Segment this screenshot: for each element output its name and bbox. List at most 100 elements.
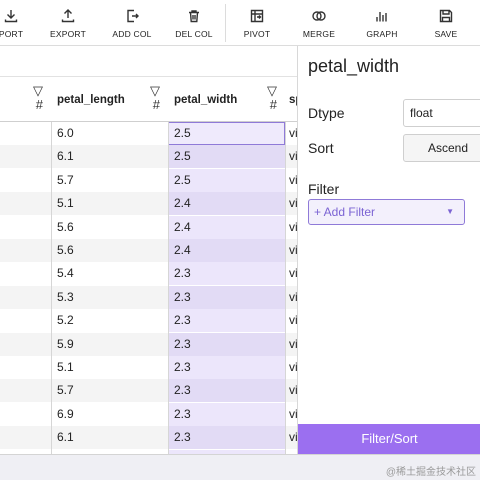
- table-row[interactable]: 5.1 2.3 vi: [0, 356, 297, 379]
- table-cell-species[interactable]: vi: [285, 356, 297, 379]
- import-button[interactable]: PORT: [0, 0, 26, 46]
- save-icon: [439, 9, 453, 23]
- table-row[interactable]: 5.9 2.3 vi: [0, 332, 297, 356]
- save-button[interactable]: SAVE: [425, 0, 467, 46]
- sort-button[interactable]: Ascend: [403, 134, 480, 162]
- table-cell-petal-length[interactable]: 6.1: [51, 426, 168, 449]
- table-cell-petal-length[interactable]: 5.7: [51, 379, 168, 402]
- table-cell-leading[interactable]: [0, 333, 51, 356]
- graph-button[interactable]: GRAPH: [361, 0, 403, 46]
- del-col-button[interactable]: DEL COL: [172, 0, 216, 46]
- table-cell-leading[interactable]: [0, 216, 51, 239]
- table-cell-species[interactable]: vi: [285, 333, 297, 356]
- filter-sort-button[interactable]: Filter/Sort: [298, 424, 480, 454]
- column-divider: [168, 122, 169, 454]
- table-cell-petal-width[interactable]: 2.3: [168, 285, 285, 309]
- table-cell-species[interactable]: vi: [285, 145, 297, 168]
- sort-label: Sort: [308, 140, 334, 156]
- table-cell-petal-width[interactable]: 2.3: [168, 402, 285, 426]
- column-header-species[interactable]: sp: [285, 77, 297, 123]
- column-divider: [51, 122, 52, 454]
- table-cell-petal-length[interactable]: 6.0: [51, 122, 168, 145]
- table-cell-petal-length[interactable]: 6.9: [51, 403, 168, 426]
- table-row[interactable]: 5.2 2.3 vi: [0, 309, 297, 333]
- table-row[interactable]: 6.1 2.3 vi: [0, 426, 297, 450]
- dtype-select[interactable]: float: [403, 99, 480, 127]
- del-col-label: DEL COL: [175, 29, 213, 39]
- table-row[interactable]: 6.9 2.3 vi: [0, 402, 297, 426]
- table-cell-petal-length[interactable]: 5.3: [51, 286, 168, 309]
- table-row[interactable]: 5.6 2.4 vi: [0, 215, 297, 239]
- table-cell-leading[interactable]: [0, 426, 51, 449]
- data-table: ▽ # petal_length ▽ # petal_width ▽ # sp …: [0, 46, 297, 454]
- table-cell-petal-width[interactable]: 2.3: [168, 379, 285, 403]
- table-cell-leading[interactable]: [0, 169, 51, 192]
- table-cell-species[interactable]: vi: [285, 239, 297, 262]
- table-row[interactable]: 5.6 2.4 vi: [0, 239, 297, 262]
- column-divider: [285, 122, 286, 454]
- table-cell-petal-width[interactable]: 2.5: [168, 168, 285, 192]
- merge-button[interactable]: MERGE: [298, 0, 340, 46]
- table-row[interactable]: 5.7 2.5 vi: [0, 168, 297, 192]
- table-cell-species[interactable]: vi: [285, 309, 297, 332]
- table-cell-species[interactable]: vi: [285, 192, 297, 215]
- table-cell-species[interactable]: vi: [285, 122, 297, 145]
- table-cell-species[interactable]: vi: [285, 262, 297, 285]
- table-cell-petal-width[interactable]: 2.3: [168, 262, 285, 286]
- table-cell-petal-width[interactable]: 2.3: [168, 309, 285, 333]
- column-header-first[interactable]: ▽ #: [0, 77, 51, 123]
- table-cell-petal-width[interactable]: 2.3: [168, 332, 285, 356]
- table-row[interactable]: 5.3 2.3 vi: [0, 285, 297, 309]
- table-cell-petal-length[interactable]: 5.2: [51, 309, 168, 332]
- table-row[interactable]: 5.7 2.3 vi: [0, 379, 297, 403]
- table-cell-petal-width[interactable]: 2.3: [168, 356, 285, 379]
- table-cell-petal-width[interactable]: 2.5: [168, 145, 285, 169]
- table-cell-leading[interactable]: [0, 309, 51, 332]
- table-cell-petal-width[interactable]: 2.5: [168, 122, 285, 145]
- table-cell-species[interactable]: vi: [285, 286, 297, 309]
- table-cell-petal-length[interactable]: 6.1: [51, 145, 168, 168]
- table-cell-species[interactable]: vi: [285, 426, 297, 449]
- table-cell-species[interactable]: vi: [285, 403, 297, 426]
- graph-label: GRAPH: [366, 29, 398, 39]
- column-header-petal-length[interactable]: petal_length ▽ #: [51, 77, 168, 123]
- table-row[interactable]: 5.4 2.3 vi: [0, 262, 297, 286]
- table-cell-leading[interactable]: [0, 192, 51, 215]
- table-cell-petal-width[interactable]: 2.4: [168, 239, 285, 262]
- filter-label: Filter: [308, 181, 340, 197]
- merge-label: MERGE: [302, 29, 336, 39]
- table-cell-leading[interactable]: [0, 239, 51, 262]
- watermark: @稀土掘金技术社区: [385, 467, 476, 478]
- table-cell-petal-length[interactable]: 5.9: [51, 333, 168, 356]
- table-cell-leading[interactable]: [0, 286, 51, 309]
- table-cell-petal-length[interactable]: 5.1: [51, 356, 168, 379]
- table-cell-species[interactable]: vi: [285, 169, 297, 192]
- table-cell-petal-length[interactable]: 5.6: [51, 216, 168, 239]
- table-cell-petal-length[interactable]: 5.1: [51, 192, 168, 215]
- table-cell-species[interactable]: vi: [285, 379, 297, 402]
- export-button[interactable]: EXPORT: [46, 0, 90, 46]
- table-cell-petal-width[interactable]: 2.4: [168, 192, 285, 216]
- table-cell-leading[interactable]: [0, 403, 51, 426]
- add-filter-dropdown[interactable]: + Add Filter ▼: [308, 199, 465, 225]
- table-row[interactable]: 6.1 2.5 vi: [0, 145, 297, 169]
- table-cell-leading[interactable]: [0, 262, 51, 285]
- table-cell-species[interactable]: vi: [285, 216, 297, 239]
- table-cell-leading[interactable]: [0, 379, 51, 402]
- pivot-icon: [250, 9, 264, 23]
- table-cell-leading[interactable]: [0, 145, 51, 168]
- table-row[interactable]: 6.0 2.5 vi: [0, 122, 297, 145]
- table-cell-petal-width[interactable]: 2.4: [168, 215, 285, 239]
- table-cell-leading[interactable]: [0, 122, 51, 145]
- pivot-button[interactable]: PIVOT: [236, 0, 278, 46]
- table-cell-petal-length[interactable]: 5.7: [51, 169, 168, 192]
- table-cell-leading[interactable]: [0, 356, 51, 379]
- table-row[interactable]: 5.1 2.4 vi: [0, 192, 297, 216]
- pivot-label: PIVOT: [243, 29, 271, 39]
- table-cell-petal-width[interactable]: 2.3: [168, 426, 285, 450]
- table-cell-petal-length[interactable]: 5.4: [51, 262, 168, 285]
- table-cell-petal-length[interactable]: 5.6: [51, 239, 168, 262]
- add-col-button[interactable]: ADD COL: [110, 0, 154, 46]
- column-header-petal-width[interactable]: petal_width ▽ #: [168, 77, 285, 123]
- bar-chart-icon: [376, 12, 387, 22]
